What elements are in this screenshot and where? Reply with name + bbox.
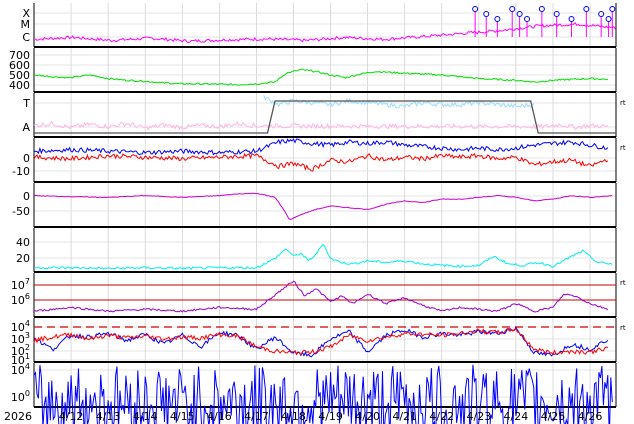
series-line-A (33, 120, 609, 132)
flare-marker (472, 6, 479, 12)
y-tick-label: 107 (11, 277, 30, 292)
x-tick-label: 4/25 (541, 410, 566, 423)
y-tick-label: 20 (16, 252, 30, 265)
x-tick-label: 4/21 (392, 410, 417, 423)
y-tick-label: -10 (12, 165, 30, 178)
x-tick-label: 4/23 (466, 410, 491, 423)
x-tick-label: 4/26 (578, 410, 603, 423)
x-tick-label: 4/19 (318, 410, 343, 423)
panel-xray_flares (33, 3, 617, 48)
x-tick-label: 4/16 (207, 410, 232, 423)
panel-imf_components: rt (33, 138, 626, 183)
y-tick-label: M (21, 18, 31, 31)
x-tick-label: 4/18 (281, 410, 306, 423)
flare-marker (509, 6, 516, 12)
panel-kp_like (33, 228, 617, 273)
space-weather-chart: XMC700600500400rtTArt0-100-504020rt10710… (4, 3, 626, 424)
panel-solar_wind_speed (33, 48, 617, 93)
y-tick-label: A (22, 121, 30, 134)
panel-flag: rt (620, 324, 626, 332)
x-tick-label: 4/14 (133, 410, 158, 423)
y-tick-label: 0 (23, 190, 30, 203)
y-tick-label: -50 (12, 205, 30, 218)
x-tick-label: 4/13 (96, 410, 121, 423)
flare-marker (568, 16, 575, 22)
y-tick-label: 0 (23, 152, 30, 165)
x-tick-label: 4/22 (429, 410, 454, 423)
flare-marker (605, 16, 612, 22)
flare-marker (524, 16, 531, 22)
series-line (33, 22, 616, 44)
flare-marker (609, 6, 616, 12)
panel-proton_flux: rt (33, 273, 626, 318)
y-tick-label: 100 (11, 389, 30, 404)
panel-imf_sector: rt (33, 93, 626, 138)
series-line (33, 243, 613, 271)
flare-marker (598, 11, 605, 17)
flare-marker (538, 6, 545, 12)
series-line (33, 68, 609, 86)
series-line (33, 280, 609, 313)
flare-marker (483, 11, 490, 17)
x-tick-label: 4/24 (504, 410, 529, 423)
y-tick-label: 104 (11, 362, 30, 377)
flare-marker (583, 6, 590, 12)
series-line (33, 326, 609, 358)
x-tick-label: 4/17 (244, 410, 269, 423)
panel-flag: rt (620, 99, 626, 107)
panel-flag: rt (620, 279, 626, 287)
y-tick-label: 400 (9, 79, 30, 92)
panel-flag: rt (620, 144, 626, 152)
panel-electron_flux: rt (33, 318, 626, 363)
flare-marker (494, 16, 501, 22)
x-tick-label: 4/15 (170, 410, 195, 423)
flare-marker (553, 11, 560, 17)
y-tick-label: C (22, 31, 30, 44)
series-line (33, 192, 613, 220)
y-tick-label: T (22, 97, 30, 110)
series-line-Bt (33, 138, 609, 156)
x-year-label: 2026 (4, 410, 32, 423)
y-tick-label: 40 (16, 236, 30, 249)
y-tick-label: 106 (11, 292, 30, 307)
x-tick-label: 4/12 (59, 410, 84, 423)
flare-marker (516, 11, 523, 17)
x-tick-label: 4/20 (355, 410, 380, 423)
series-line-Bz (33, 152, 609, 172)
panel-dst_index (33, 183, 617, 228)
